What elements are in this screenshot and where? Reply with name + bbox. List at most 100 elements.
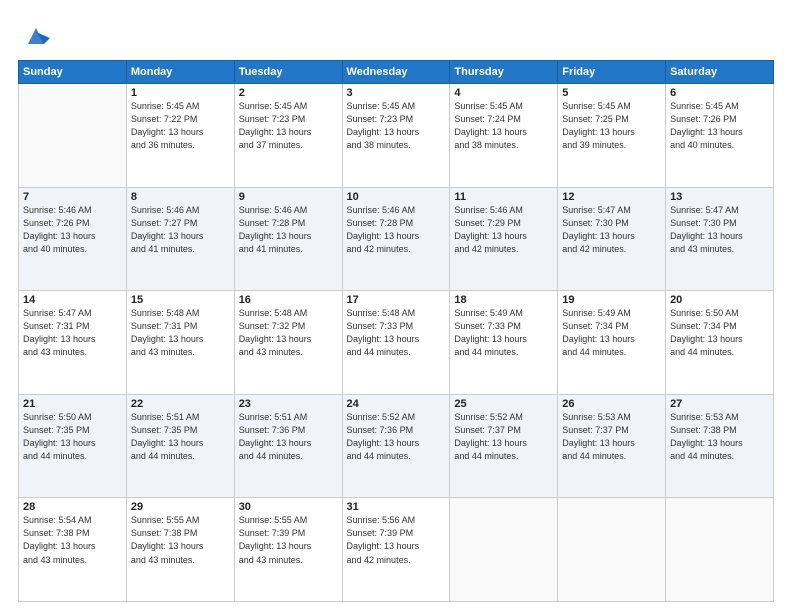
day-info: Sunrise: 5:48 AM Sunset: 7:33 PM Dayligh… xyxy=(347,307,446,359)
header xyxy=(18,18,774,50)
calendar-table: SundayMondayTuesdayWednesdayThursdayFrid… xyxy=(18,60,774,602)
day-number: 8 xyxy=(131,191,230,203)
calendar-cell: 21Sunrise: 5:50 AM Sunset: 7:35 PM Dayli… xyxy=(19,394,127,498)
calendar-cell: 18Sunrise: 5:49 AM Sunset: 7:33 PM Dayli… xyxy=(450,291,558,395)
day-info: Sunrise: 5:45 AM Sunset: 7:26 PM Dayligh… xyxy=(670,100,769,152)
logo-icon xyxy=(22,22,50,50)
day-info: Sunrise: 5:46 AM Sunset: 7:29 PM Dayligh… xyxy=(454,204,553,256)
day-info: Sunrise: 5:50 AM Sunset: 7:35 PM Dayligh… xyxy=(23,411,122,463)
calendar-week-5: 28Sunrise: 5:54 AM Sunset: 7:38 PM Dayli… xyxy=(19,498,774,602)
calendar-cell: 15Sunrise: 5:48 AM Sunset: 7:31 PM Dayli… xyxy=(126,291,234,395)
day-number: 20 xyxy=(670,294,769,306)
day-info: Sunrise: 5:46 AM Sunset: 7:26 PM Dayligh… xyxy=(23,204,122,256)
calendar-cell xyxy=(19,84,127,188)
day-number: 2 xyxy=(239,87,338,99)
day-number: 14 xyxy=(23,294,122,306)
calendar-week-4: 21Sunrise: 5:50 AM Sunset: 7:35 PM Dayli… xyxy=(19,394,774,498)
day-info: Sunrise: 5:49 AM Sunset: 7:34 PM Dayligh… xyxy=(562,307,661,359)
day-number: 3 xyxy=(347,87,446,99)
day-info: Sunrise: 5:49 AM Sunset: 7:33 PM Dayligh… xyxy=(454,307,553,359)
calendar-cell: 23Sunrise: 5:51 AM Sunset: 7:36 PM Dayli… xyxy=(234,394,342,498)
day-number: 30 xyxy=(239,501,338,513)
day-info: Sunrise: 5:54 AM Sunset: 7:38 PM Dayligh… xyxy=(23,514,122,566)
day-info: Sunrise: 5:48 AM Sunset: 7:31 PM Dayligh… xyxy=(131,307,230,359)
calendar-cell: 1Sunrise: 5:45 AM Sunset: 7:22 PM Daylig… xyxy=(126,84,234,188)
day-number: 15 xyxy=(131,294,230,306)
day-number: 6 xyxy=(670,87,769,99)
col-header-wednesday: Wednesday xyxy=(342,61,450,84)
calendar-cell: 9Sunrise: 5:46 AM Sunset: 7:28 PM Daylig… xyxy=(234,187,342,291)
day-number: 26 xyxy=(562,398,661,410)
day-number: 23 xyxy=(239,398,338,410)
day-info: Sunrise: 5:47 AM Sunset: 7:30 PM Dayligh… xyxy=(670,204,769,256)
day-number: 4 xyxy=(454,87,553,99)
col-header-friday: Friday xyxy=(558,61,666,84)
calendar-cell: 6Sunrise: 5:45 AM Sunset: 7:26 PM Daylig… xyxy=(666,84,774,188)
day-info: Sunrise: 5:45 AM Sunset: 7:22 PM Dayligh… xyxy=(131,100,230,152)
calendar-cell: 22Sunrise: 5:51 AM Sunset: 7:35 PM Dayli… xyxy=(126,394,234,498)
day-number: 28 xyxy=(23,501,122,513)
day-info: Sunrise: 5:47 AM Sunset: 7:31 PM Dayligh… xyxy=(23,307,122,359)
day-info: Sunrise: 5:45 AM Sunset: 7:23 PM Dayligh… xyxy=(347,100,446,152)
calendar-cell: 31Sunrise: 5:56 AM Sunset: 7:39 PM Dayli… xyxy=(342,498,450,602)
calendar-cell xyxy=(558,498,666,602)
day-number: 12 xyxy=(562,191,661,203)
col-header-tuesday: Tuesday xyxy=(234,61,342,84)
calendar-cell: 2Sunrise: 5:45 AM Sunset: 7:23 PM Daylig… xyxy=(234,84,342,188)
day-info: Sunrise: 5:53 AM Sunset: 7:37 PM Dayligh… xyxy=(562,411,661,463)
day-number: 29 xyxy=(131,501,230,513)
day-number: 9 xyxy=(239,191,338,203)
day-info: Sunrise: 5:55 AM Sunset: 7:39 PM Dayligh… xyxy=(239,514,338,566)
calendar-cell: 28Sunrise: 5:54 AM Sunset: 7:38 PM Dayli… xyxy=(19,498,127,602)
day-info: Sunrise: 5:55 AM Sunset: 7:38 PM Dayligh… xyxy=(131,514,230,566)
calendar-cell: 25Sunrise: 5:52 AM Sunset: 7:37 PM Dayli… xyxy=(450,394,558,498)
calendar-cell: 27Sunrise: 5:53 AM Sunset: 7:38 PM Dayli… xyxy=(666,394,774,498)
col-header-monday: Monday xyxy=(126,61,234,84)
calendar-cell xyxy=(450,498,558,602)
calendar-cell: 8Sunrise: 5:46 AM Sunset: 7:27 PM Daylig… xyxy=(126,187,234,291)
day-number: 21 xyxy=(23,398,122,410)
calendar-cell: 11Sunrise: 5:46 AM Sunset: 7:29 PM Dayli… xyxy=(450,187,558,291)
day-info: Sunrise: 5:51 AM Sunset: 7:35 PM Dayligh… xyxy=(131,411,230,463)
day-number: 17 xyxy=(347,294,446,306)
day-number: 5 xyxy=(562,87,661,99)
day-number: 11 xyxy=(454,191,553,203)
calendar-week-1: 1Sunrise: 5:45 AM Sunset: 7:22 PM Daylig… xyxy=(19,84,774,188)
col-header-sunday: Sunday xyxy=(19,61,127,84)
calendar-cell: 30Sunrise: 5:55 AM Sunset: 7:39 PM Dayli… xyxy=(234,498,342,602)
day-info: Sunrise: 5:48 AM Sunset: 7:32 PM Dayligh… xyxy=(239,307,338,359)
day-info: Sunrise: 5:46 AM Sunset: 7:27 PM Dayligh… xyxy=(131,204,230,256)
calendar-cell: 29Sunrise: 5:55 AM Sunset: 7:38 PM Dayli… xyxy=(126,498,234,602)
day-info: Sunrise: 5:52 AM Sunset: 7:36 PM Dayligh… xyxy=(347,411,446,463)
day-info: Sunrise: 5:46 AM Sunset: 7:28 PM Dayligh… xyxy=(347,204,446,256)
calendar-cell: 3Sunrise: 5:45 AM Sunset: 7:23 PM Daylig… xyxy=(342,84,450,188)
calendar-cell: 13Sunrise: 5:47 AM Sunset: 7:30 PM Dayli… xyxy=(666,187,774,291)
day-info: Sunrise: 5:52 AM Sunset: 7:37 PM Dayligh… xyxy=(454,411,553,463)
calendar-cell: 24Sunrise: 5:52 AM Sunset: 7:36 PM Dayli… xyxy=(342,394,450,498)
day-info: Sunrise: 5:45 AM Sunset: 7:23 PM Dayligh… xyxy=(239,100,338,152)
col-header-saturday: Saturday xyxy=(666,61,774,84)
day-info: Sunrise: 5:46 AM Sunset: 7:28 PM Dayligh… xyxy=(239,204,338,256)
calendar-week-3: 14Sunrise: 5:47 AM Sunset: 7:31 PM Dayli… xyxy=(19,291,774,395)
calendar-cell: 4Sunrise: 5:45 AM Sunset: 7:24 PM Daylig… xyxy=(450,84,558,188)
calendar-cell: 17Sunrise: 5:48 AM Sunset: 7:33 PM Dayli… xyxy=(342,291,450,395)
logo xyxy=(18,22,50,50)
day-number: 13 xyxy=(670,191,769,203)
calendar-cell: 5Sunrise: 5:45 AM Sunset: 7:25 PM Daylig… xyxy=(558,84,666,188)
day-info: Sunrise: 5:53 AM Sunset: 7:38 PM Dayligh… xyxy=(670,411,769,463)
calendar-week-2: 7Sunrise: 5:46 AM Sunset: 7:26 PM Daylig… xyxy=(19,187,774,291)
day-number: 24 xyxy=(347,398,446,410)
day-number: 1 xyxy=(131,87,230,99)
page: SundayMondayTuesdayWednesdayThursdayFrid… xyxy=(0,0,792,612)
day-number: 27 xyxy=(670,398,769,410)
calendar-cell: 26Sunrise: 5:53 AM Sunset: 7:37 PM Dayli… xyxy=(558,394,666,498)
day-info: Sunrise: 5:45 AM Sunset: 7:24 PM Dayligh… xyxy=(454,100,553,152)
day-info: Sunrise: 5:50 AM Sunset: 7:34 PM Dayligh… xyxy=(670,307,769,359)
calendar-cell xyxy=(666,498,774,602)
col-header-thursday: Thursday xyxy=(450,61,558,84)
day-number: 16 xyxy=(239,294,338,306)
calendar-cell: 16Sunrise: 5:48 AM Sunset: 7:32 PM Dayli… xyxy=(234,291,342,395)
day-number: 10 xyxy=(347,191,446,203)
day-number: 7 xyxy=(23,191,122,203)
calendar-cell: 14Sunrise: 5:47 AM Sunset: 7:31 PM Dayli… xyxy=(19,291,127,395)
